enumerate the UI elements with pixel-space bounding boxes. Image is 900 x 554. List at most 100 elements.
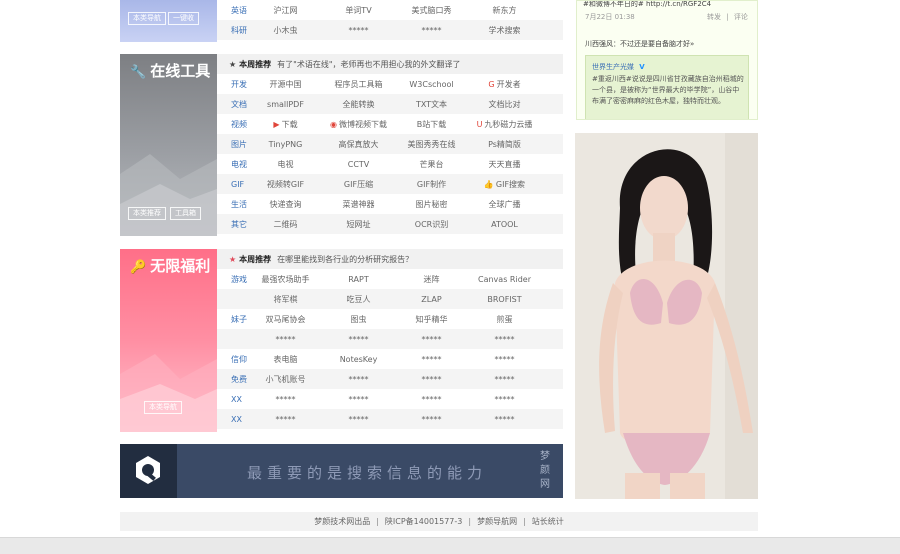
link-item[interactable]: *****	[468, 375, 541, 384]
link-item[interactable]: 学术搜索	[468, 25, 541, 36]
link-item[interactable]: ATOOL	[468, 220, 541, 229]
link-item[interactable]: 快递查询	[249, 199, 322, 210]
footer-nav-link[interactable]: 梦颜导航网	[477, 516, 517, 527]
link-item[interactable]: 图虫	[322, 314, 395, 325]
link-item[interactable]: ZLAP	[395, 295, 468, 304]
link-item[interactable]: *****	[395, 335, 468, 344]
link-item[interactable]: *****	[322, 395, 395, 404]
category-label[interactable]: 游戏	[217, 274, 249, 285]
link-item[interactable]: ◉ 微博视频下载	[322, 119, 395, 130]
link-item[interactable]: *****	[249, 395, 322, 404]
toolbox-button[interactable]: 工具箱	[170, 207, 201, 220]
link-item[interactable]: 小木虫	[249, 25, 322, 36]
link-item[interactable]: NotesKey	[322, 355, 395, 364]
link-item[interactable]: *****	[468, 355, 541, 364]
link-item[interactable]: *****	[395, 375, 468, 384]
repost-link[interactable]: 转发	[707, 13, 721, 21]
link-item[interactable]: *****	[322, 415, 395, 424]
study-collapse-button[interactable]: 一键收	[168, 12, 199, 25]
category-label[interactable]: 开发	[217, 79, 249, 90]
link-item[interactable]: 吃豆人	[322, 294, 395, 305]
link-item[interactable]: 单词TV	[322, 5, 395, 16]
category-label[interactable]: GIF	[217, 180, 249, 189]
link-item[interactable]: *****	[395, 395, 468, 404]
link-item[interactable]: 双马尾协会	[249, 314, 322, 325]
link-item[interactable]: BROFIST	[468, 295, 541, 304]
link-item[interactable]: 菜谱神器	[322, 199, 395, 210]
category-label[interactable]: XX	[217, 415, 249, 424]
link-item[interactable]: 将军棋	[249, 294, 322, 305]
category-label[interactable]: 免费	[217, 374, 249, 385]
link-item[interactable]: 👍 GIF搜索	[468, 179, 541, 190]
link-item[interactable]: 二维码	[249, 219, 322, 230]
link-item[interactable]: *****	[395, 26, 468, 35]
category-label[interactable]: 其它	[217, 219, 249, 230]
link-item[interactable]: 小飞机账号	[249, 374, 322, 385]
link-item[interactable]: 天天直播	[468, 159, 541, 170]
recommend-link[interactable]: 有了"术语在线"，老师再也不用担心我的外文翻译了	[277, 59, 460, 70]
link-item[interactable]: 美图秀秀在线	[395, 139, 468, 150]
category-label[interactable]: 文档	[217, 99, 249, 110]
link-item[interactable]: 知乎精华	[395, 314, 468, 325]
link-item[interactable]: 视频转GIF	[249, 179, 322, 190]
category-label[interactable]: 视频	[217, 119, 249, 130]
link-item[interactable]: ▶ 下载	[249, 119, 322, 130]
link-item[interactable]: G 开发者	[468, 79, 541, 90]
link-item[interactable]: OCR识别	[395, 219, 468, 230]
category-label[interactable]: 科研	[217, 25, 249, 36]
link-item[interactable]: 电视	[249, 159, 322, 170]
category-label[interactable]: 信仰	[217, 354, 249, 365]
link-item[interactable]: *****	[322, 335, 395, 344]
weibo-post-text[interactable]: #和微博不年日的# http://t.cn/RGF2C4	[583, 1, 711, 9]
footer-credit[interactable]: 梦颜技术网出品	[314, 516, 370, 527]
weibo-card-user[interactable]: 世界生产光媒	[592, 63, 634, 71]
link-item[interactable]: *****	[249, 415, 322, 424]
link-item[interactable]: 文档比对	[468, 99, 541, 110]
link-item[interactable]: 表电脑	[249, 354, 322, 365]
category-label[interactable]: 英语	[217, 5, 249, 16]
link-item[interactable]: *****	[468, 335, 541, 344]
recommend-link[interactable]: 在哪里能找到各行业的分析研究报告？	[277, 254, 413, 265]
link-item[interactable]: GIF制作	[395, 179, 468, 190]
link-item[interactable]: *****	[468, 395, 541, 404]
link-item[interactable]: Canvas Rider	[468, 275, 541, 284]
link-item[interactable]: B站下载	[395, 119, 468, 130]
link-item[interactable]: 迷阵	[395, 274, 468, 285]
study-nav-button[interactable]: 本类导航	[128, 12, 166, 25]
link-item[interactable]: 全能转换	[322, 99, 395, 110]
link-item[interactable]: RAPT	[322, 275, 395, 284]
category-label[interactable]: 电视	[217, 159, 249, 170]
link-item[interactable]: 全球广播	[468, 199, 541, 210]
link-item[interactable]: 程序员工具箱	[322, 79, 395, 90]
photo-advertisement[interactable]	[575, 133, 758, 499]
slogan-banner[interactable]: 最重要的是搜索信息的能力 梦颜网	[120, 444, 563, 498]
link-item[interactable]: *****	[468, 415, 541, 424]
link-item[interactable]: 图片秘密	[395, 199, 468, 210]
link-item[interactable]: *****	[395, 415, 468, 424]
link-item[interactable]: 芒果台	[395, 159, 468, 170]
weibo-card[interactable]: 世界生产光媒 V #重返川西#说说是四川省甘孜藏族自治州稻城的一个县，是被称为“…	[585, 55, 749, 119]
link-item[interactable]: *****	[249, 335, 322, 344]
category-label[interactable]: 生活	[217, 199, 249, 210]
link-item[interactable]: CCTV	[322, 160, 395, 169]
link-item[interactable]: GIF压缩	[322, 179, 395, 190]
link-item[interactable]: *****	[395, 355, 468, 364]
link-item[interactable]: 短网址	[322, 219, 395, 230]
link-item[interactable]: 开源中国	[249, 79, 322, 90]
link-item[interactable]: W3Cschool	[395, 80, 468, 89]
link-item[interactable]: 美式脑口秀	[395, 5, 468, 16]
category-label[interactable]: 妹子	[217, 314, 249, 325]
footer-icp[interactable]: 陕ICP备14001577-3	[385, 516, 462, 527]
link-item[interactable]: smallPDF	[249, 100, 322, 109]
category-label[interactable]: 图片	[217, 139, 249, 150]
category-label[interactable]: XX	[217, 395, 249, 404]
link-item[interactable]: 沪江网	[249, 5, 322, 16]
link-item[interactable]: 煎蛋	[468, 314, 541, 325]
tools-recommend-button[interactable]: 本类推荐	[128, 207, 166, 220]
link-item[interactable]: U 九秒磁力云播	[468, 119, 541, 130]
footer-stats-link[interactable]: 站长统计	[532, 516, 564, 527]
link-item[interactable]: Ps精简版	[468, 139, 541, 150]
welfare-nav-button[interactable]: 本类导航	[144, 401, 182, 414]
link-item[interactable]: *****	[322, 375, 395, 384]
link-item[interactable]: 新东方	[468, 5, 541, 16]
